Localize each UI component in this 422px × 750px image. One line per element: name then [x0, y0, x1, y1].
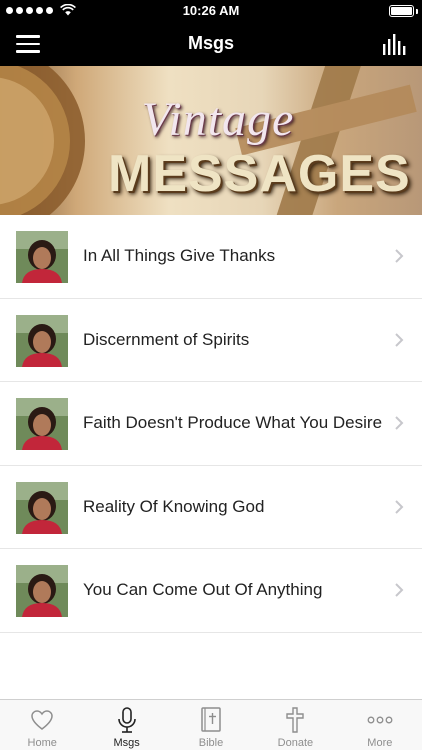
chevron-right-icon — [395, 332, 404, 347]
chevron-right-icon — [395, 583, 404, 597]
tab-label: Home — [27, 737, 57, 749]
speaker-thumbnail — [16, 231, 68, 283]
message-row[interactable]: Reality Of Knowing God — [0, 465, 422, 549]
navigation-bar: Msgs — [0, 22, 422, 66]
message-row[interactable]: You Can Come Out Of Anything — [0, 549, 422, 633]
chevron-right-icon — [395, 499, 404, 514]
tab-msgs[interactable]: Msgs — [84, 700, 168, 750]
heart-icon — [31, 710, 53, 730]
more-icon — [367, 716, 393, 724]
banner-script-text: Vintage — [141, 93, 295, 146]
tab-donate[interactable]: Donate — [253, 700, 337, 750]
tab-home[interactable]: Home — [0, 700, 84, 750]
battery-icon — [389, 5, 414, 17]
equalizer-icon[interactable] — [382, 32, 408, 56]
message-title: You Can Come Out Of Anything — [83, 580, 323, 599]
tab-label: Msgs — [113, 737, 140, 749]
tab-bar: Home Msgs Bible Donate More — [0, 699, 422, 750]
message-row[interactable]: Faith Doesn't Produce What You Desire — [0, 382, 422, 665]
vintage-messages-banner: Vintage MESSAGES — [0, 66, 422, 215]
speaker-thumbnail — [16, 481, 68, 534]
tab-label: Donate — [277, 737, 314, 749]
chevron-right-icon — [395, 249, 404, 263]
tab-label: More — [367, 737, 393, 749]
speaker-thumbnail — [16, 314, 68, 367]
speaker-thumbnail — [16, 398, 68, 450]
message-title: Reality Of Knowing God — [83, 496, 265, 516]
microphone-icon — [117, 707, 136, 733]
page-title: Msgs — [187, 33, 234, 53]
message-row[interactable]: In All Things Give Thanks — [0, 215, 422, 299]
tab-label: Bible — [198, 737, 224, 749]
chevron-right-icon — [395, 416, 404, 430]
banner-block-text: MESSAGES — [108, 145, 411, 203]
message-title: In All Things Give Thanks — [83, 246, 276, 265]
message-list: In All Things Give Thanks Discernment of… — [0, 215, 422, 665]
tab-bible[interactable]: Bible — [169, 700, 253, 750]
message-title: Faith Doesn't Produce What You Desire — [83, 413, 383, 432]
tab-more[interactable]: More — [338, 700, 422, 750]
status-time: 10:26 AM — [182, 3, 240, 18]
status-bar: 10:26 AM — [0, 0, 422, 22]
bible-icon — [201, 707, 221, 732]
message-title: Discernment of Spirits — [83, 329, 250, 349]
message-row[interactable]: Discernment of Spirits — [0, 298, 422, 382]
speaker-thumbnail — [16, 565, 68, 617]
cross-icon — [286, 707, 305, 733]
